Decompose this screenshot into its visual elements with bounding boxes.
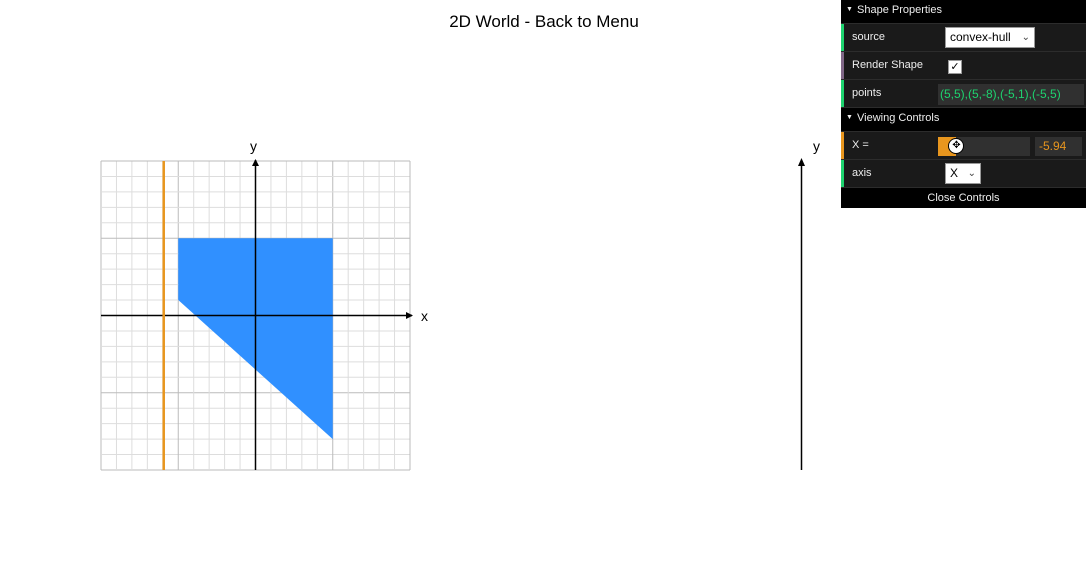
right-y-axis-arrow [798,158,805,166]
right-y-axis-label: y [813,138,820,154]
source-select[interactable]: convex-hull ⌄ [945,27,1035,48]
points-row: points (5,5),(5,-8),(-5,1),(-5,5) [841,80,1086,108]
folder-title: Shape Properties [857,4,942,16]
collapse-triangle-icon: ▼ [846,6,853,13]
row-accent [841,160,844,187]
x-axis-label: x [421,308,428,324]
row-accent [841,24,844,51]
axis-select[interactable]: X ⌄ [945,163,981,184]
chevron-down-icon: ⌄ [1021,32,1030,43]
collapse-triangle-icon: ▼ [846,114,853,121]
left-plot[interactable]: x y [0,0,460,500]
controls-panel: ▼ Shape Properties source convex-hull ⌄ … [841,0,1086,208]
render-shape-row: Render Shape ✓ [841,52,1086,80]
row-accent [841,52,844,79]
x-slider-label: X = [852,139,869,151]
points-label: points [852,87,882,99]
shape-properties-folder[interactable]: ▼ Shape Properties [841,0,1086,24]
source-label: source [852,31,886,43]
row-accent [841,80,844,107]
x-slider-row: X = ✥ -5.94 [841,132,1086,160]
row-accent [841,132,844,159]
source-value: convex-hull [950,30,1011,44]
back-to-menu-link[interactable]: 2D World - Back to Menu [449,12,639,31]
viewing-controls-folder[interactable]: ▼ Viewing Controls [841,108,1086,132]
check-icon: ✓ [950,61,960,73]
points-input[interactable]: (5,5),(5,-8),(-5,1),(-5,5) [938,84,1084,105]
y-axis-label: y [250,138,257,154]
close-controls-button[interactable]: Close Controls [841,188,1086,208]
render-shape-label: Render Shape [852,59,923,71]
axis-value: X [950,166,959,180]
axis-label: axis [852,167,872,179]
x-slider[interactable]: ✥ [938,137,1030,156]
folder-title: Viewing Controls [857,112,940,124]
render-shape-checkbox[interactable]: ✓ [948,60,962,74]
source-row: source convex-hull ⌄ [841,24,1086,52]
chevron-down-icon: ⌄ [967,168,976,179]
axis-row: axis X ⌄ [841,160,1086,188]
x-value-input[interactable]: -5.94 [1035,137,1082,156]
y-axis-arrow [252,159,259,166]
drag-handle-icon[interactable]: ✥ [948,138,965,154]
